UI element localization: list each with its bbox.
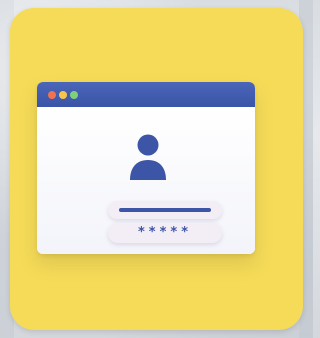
login-window: ***** xyxy=(37,82,255,254)
avatar-body xyxy=(130,160,166,180)
minimize-dot-icon[interactable] xyxy=(59,91,67,99)
maximize-dot-icon[interactable] xyxy=(70,91,78,99)
window-content: ***** xyxy=(37,107,255,254)
username-field[interactable] xyxy=(108,201,222,219)
username-value-line xyxy=(119,208,211,212)
window-titlebar xyxy=(37,82,255,107)
password-field[interactable]: ***** xyxy=(108,223,222,243)
avatar-head xyxy=(137,134,159,156)
close-dot-icon[interactable] xyxy=(48,91,56,99)
password-mask: ***** xyxy=(138,225,192,240)
user-avatar-icon xyxy=(130,134,166,180)
